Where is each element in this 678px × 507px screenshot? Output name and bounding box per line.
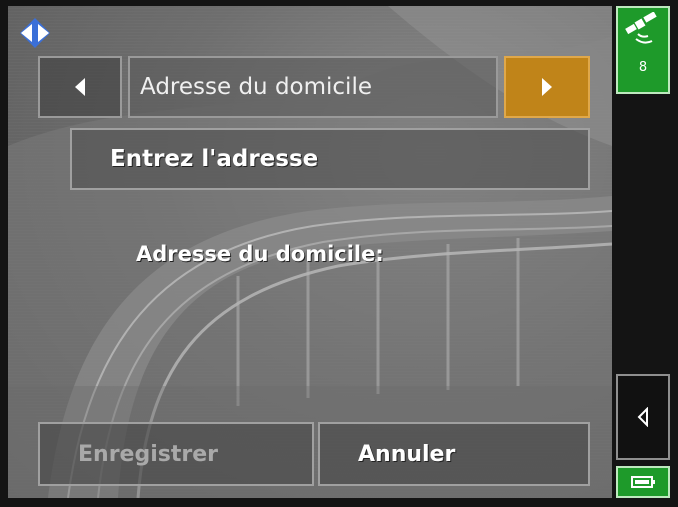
gps-status-button[interactable]: 8 [616,6,670,94]
home-address-label: Adresse du domicile: [136,242,384,266]
left-arrow-icon [75,78,85,96]
compass-icon[interactable] [18,16,52,50]
cancel-button[interactable]: Annuler [318,422,590,486]
gps-satellite-count: 8 [638,60,648,75]
battery-status [616,466,670,498]
right-arrow-icon [542,78,552,96]
page-title: Adresse du domicile [128,56,498,118]
battery-icon [631,476,655,488]
back-arrow-icon [637,407,648,427]
back-button[interactable] [616,374,670,460]
previous-button[interactable] [38,56,122,118]
enter-address-button[interactable]: Entrez l'adresse [70,128,590,190]
cancel-label: Annuler [358,441,456,467]
next-button[interactable] [504,56,590,118]
satellite-icon [625,12,657,44]
page-title-text: Adresse du domicile [140,74,372,100]
save-button[interactable]: Enregistrer [38,422,314,486]
enter-address-label: Entrez l'adresse [110,146,319,172]
save-label: Enregistrer [78,441,218,467]
